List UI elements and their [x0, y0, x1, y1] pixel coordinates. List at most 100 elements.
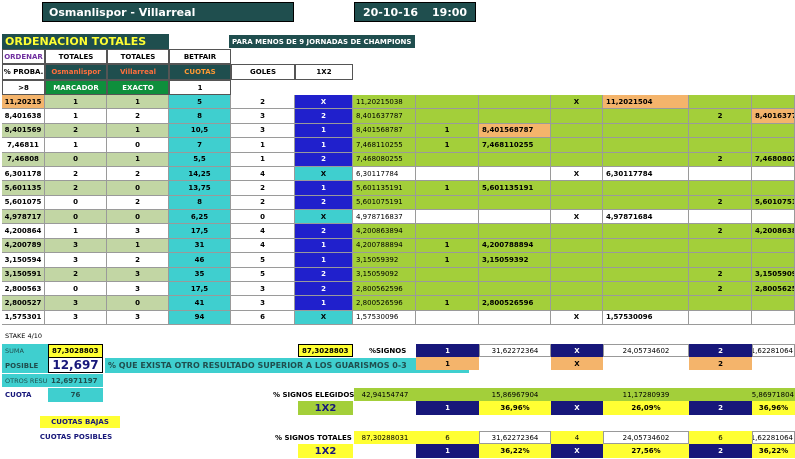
- cell-c1: 1: [416, 253, 479, 268]
- cell-p: 4,200789: [2, 238, 45, 254]
- cell-a: 0: [107, 138, 169, 153]
- one-header: 1: [169, 80, 231, 95]
- totales-s1: 1: [416, 444, 479, 458]
- goles-header: GOLES: [231, 64, 295, 80]
- cell-c2v: [752, 210, 795, 225]
- cell-a: 2: [107, 109, 169, 124]
- otros-value: 12,6971197: [48, 374, 103, 387]
- cell-c1v: [479, 195, 551, 210]
- cell-v: 11,20215038: [353, 95, 416, 110]
- cell-q: 8: [169, 195, 231, 210]
- cell-c1: 1: [416, 296, 479, 311]
- cell-c1v: [479, 267, 551, 282]
- cell-h: 2: [45, 123, 107, 139]
- cell-g: 4: [231, 238, 295, 254]
- table-row: 3,1505912335523,1505909223,15059092: [0, 267, 795, 282]
- cell-c2v: [752, 95, 795, 110]
- cell-c1v: 5,601135191: [479, 181, 551, 196]
- ordenar-header[interactable]: ORDENAR: [2, 49, 45, 64]
- cell-a: 3: [107, 224, 169, 239]
- cell-s: 2: [295, 281, 353, 297]
- totales-vx: 24,05734602: [603, 431, 689, 444]
- cell-q: 94: [169, 310, 231, 325]
- cell-c2v: 8,401637787: [752, 109, 795, 124]
- cell-h: 0: [45, 152, 107, 167]
- table-row: 4,978717 0 0 6,25 0 X 4,978716837 X 4,97871684: [0, 210, 795, 225]
- otros-label: OTROS RESU: [2, 374, 48, 387]
- cell-c1v: [479, 281, 551, 297]
- cell-c1: 1: [416, 181, 479, 196]
- totales-px: 27,56%: [603, 444, 689, 458]
- cell-s: 2: [295, 109, 353, 124]
- cell-cx: [551, 267, 603, 282]
- elegidos-blank-2: [689, 388, 752, 401]
- cell-q: 7: [169, 138, 231, 153]
- cell-v: 1,57530096: [353, 310, 416, 325]
- cell-a: 2: [107, 195, 169, 210]
- table-row: 4,2008641317,5424,20086389424,200863894: [0, 224, 795, 239]
- signos-r2: 2: [689, 357, 752, 370]
- cell-c2: 2: [689, 109, 752, 124]
- cell-a: 0: [107, 210, 169, 225]
- table-row: 1,575301 3 3 94 6 X 1,57530096 X 1,57530096: [0, 310, 795, 325]
- cell-p: 8,401638: [2, 109, 45, 124]
- cell-h: 3: [45, 310, 107, 325]
- cuotas-bajas-label: CUOTAS BAJAS: [40, 416, 120, 428]
- cell-h: 2: [45, 267, 107, 282]
- cell-q: 5,5: [169, 152, 231, 167]
- cuotas-header: CUOTAS: [169, 64, 231, 80]
- cell-c2v: [752, 123, 795, 139]
- cell-a: 1: [107, 152, 169, 167]
- totales-p2: 36,22%: [752, 444, 795, 458]
- signos-x-value: 24,05734602: [603, 344, 689, 357]
- cell-c2: 2: [689, 224, 752, 239]
- cell-v: 5,601135191: [353, 181, 416, 196]
- cell-p: 8,401569: [2, 123, 45, 139]
- cell-h: 0: [45, 281, 107, 297]
- cell-a: 1: [107, 123, 169, 139]
- match-datetime: 20-10-16 19:00: [354, 2, 476, 22]
- cell-p: 11,20215: [2, 95, 45, 110]
- cell-s: X: [295, 166, 353, 182]
- cell-q: 17,5: [169, 224, 231, 239]
- cell-c2: 2: [689, 267, 752, 282]
- table-row: 6,301178 2 2 14,25 4 X 6,30117784 X 6,30117784: [0, 166, 795, 182]
- totales-s2: 2: [689, 444, 752, 458]
- cell-g: 2: [231, 181, 295, 196]
- cell-cx: [551, 253, 603, 268]
- cell-g: 4: [231, 166, 295, 182]
- cell-cx: [551, 123, 603, 139]
- cell-cxv: [603, 267, 689, 282]
- cell-g: 3: [231, 281, 295, 297]
- cell-h: 1: [45, 109, 107, 124]
- cell-c1v: 4,200788894: [479, 238, 551, 254]
- totales-header-1: TOTALES: [45, 49, 107, 64]
- cell-p: 2,800527: [2, 296, 45, 311]
- cell-cxv: [603, 181, 689, 196]
- cell-cxv: [603, 138, 689, 153]
- cell-p: 1,575301: [2, 310, 45, 325]
- cell-c1v: 7,468110255: [479, 138, 551, 153]
- cell-c2: 2: [689, 281, 752, 297]
- cell-c2: [689, 210, 752, 225]
- cell-h: 3: [45, 238, 107, 254]
- cell-q: 14,25: [169, 166, 231, 182]
- signos-1: 1: [416, 344, 479, 357]
- table-row: 7,46808015,5127,46808025527,468080255: [0, 152, 795, 167]
- cell-cx: [551, 238, 603, 254]
- cell-s: 1: [295, 296, 353, 311]
- cell-c1: [416, 152, 479, 167]
- cell-c2v: [752, 310, 795, 325]
- table-row: 5,601135 2 0 13,75 2 1 5,601135191 1 5,601135191: [0, 181, 795, 196]
- cell-cx: [551, 281, 603, 297]
- cell-h: 1: [45, 95, 107, 110]
- cell-g: 2: [231, 95, 295, 110]
- signos-total: 87,3028803: [298, 344, 353, 357]
- cell-cx: X: [551, 210, 603, 225]
- cell-c2: [689, 95, 752, 110]
- cell-v: 4,200788894: [353, 238, 416, 254]
- totales-nx: 4: [551, 431, 603, 444]
- cell-c2: [689, 181, 752, 196]
- cell-c1v: 8,401568787: [479, 123, 551, 139]
- cell-g: 1: [231, 152, 295, 167]
